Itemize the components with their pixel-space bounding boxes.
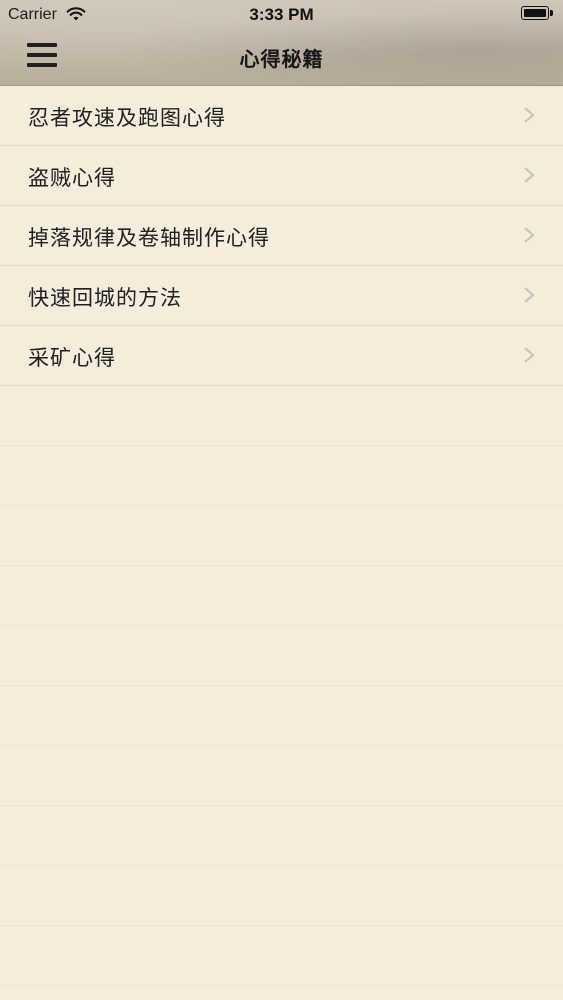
status-time: 3:33 PM xyxy=(249,5,314,24)
chevron-right-icon xyxy=(524,347,535,363)
chevron-right-icon xyxy=(524,227,535,243)
list-item-label: 掉落规律及卷轴制作心得 xyxy=(28,226,270,250)
list-item-label: 快速回城的方法 xyxy=(28,286,182,310)
empty-list-row xyxy=(0,626,563,686)
list-item-label: 盗贼心得 xyxy=(28,166,116,190)
list-item-label: 忍者攻速及跑图心得 xyxy=(28,106,226,130)
list-item[interactable]: 忍者攻速及跑图心得 xyxy=(0,86,563,146)
chevron-right-icon xyxy=(524,167,535,183)
page-title: 心得秘籍 xyxy=(239,47,324,71)
empty-list-row xyxy=(0,746,563,806)
tips-list: 忍者攻速及跑图心得 盗贼心得 掉落规律及卷轴制作心得 快速回城的方法 采矿心得 xyxy=(0,86,563,986)
empty-list-row xyxy=(0,806,563,866)
battery-fill xyxy=(524,9,546,17)
empty-list-row xyxy=(0,506,563,566)
list-item[interactable]: 采矿心得 xyxy=(0,326,563,386)
list-item[interactable]: 盗贼心得 xyxy=(0,146,563,206)
list-item[interactable]: 掉落规律及卷轴制作心得 xyxy=(0,206,563,266)
battery-cap xyxy=(550,10,553,16)
chevron-right-icon xyxy=(524,287,535,303)
empty-list-row xyxy=(0,386,563,446)
chevron-right-icon xyxy=(524,107,535,123)
empty-list-row xyxy=(0,926,563,986)
battery-icon xyxy=(521,6,555,22)
empty-list-row xyxy=(0,686,563,746)
empty-list-row xyxy=(0,566,563,626)
empty-list-row xyxy=(0,866,563,926)
battery-body xyxy=(521,6,549,20)
list-item[interactable]: 快速回城的方法 xyxy=(0,266,563,326)
list-item-label: 采矿心得 xyxy=(28,346,116,370)
empty-list-row xyxy=(0,446,563,506)
navigation-header: Carrier 3:33 PM 心得秘籍 xyxy=(0,0,563,86)
status-bar: Carrier 3:33 PM xyxy=(0,0,563,30)
